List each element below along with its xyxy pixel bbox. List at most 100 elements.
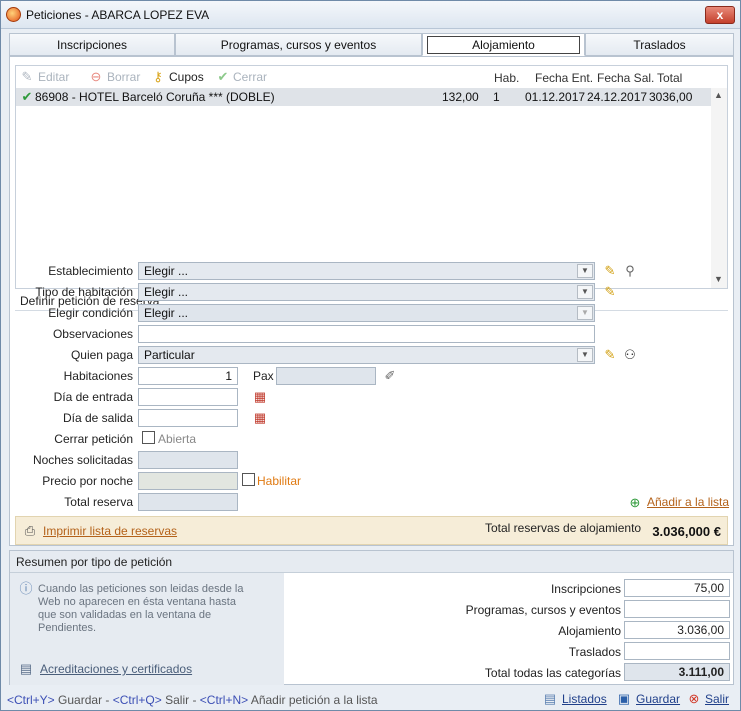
traslados-summary-label: Traslados xyxy=(568,645,621,659)
chevron-down-icon: ▼ xyxy=(577,306,593,320)
vertical-scrollbar[interactable]: ▲ ▼ xyxy=(711,88,727,288)
alojamiento-summary-label: Alojamiento xyxy=(558,624,621,638)
app-icon xyxy=(6,7,21,22)
scroll-up-icon[interactable]: ▲ xyxy=(714,90,723,100)
programas-summary-value[interactable] xyxy=(624,600,730,618)
search-building-icon[interactable]: ⚲ xyxy=(622,263,638,279)
total-categorias-value[interactable]: 3.111,00 xyxy=(624,663,730,681)
edit-icon: ✎ xyxy=(21,69,33,84)
print-bar: ⎙ Imprimir lista de reservas Total reser… xyxy=(15,516,728,545)
salir-link[interactable]: Salir xyxy=(705,692,729,706)
reservation-hab: 1 xyxy=(493,90,500,104)
habitaciones-input[interactable]: 1 xyxy=(138,367,238,385)
window-title: Peticiones - ABARCA LOPEZ EVA xyxy=(26,8,210,22)
inscripciones-summary-label: Inscripciones xyxy=(550,582,621,596)
abierta-checkbox[interactable] xyxy=(142,431,155,444)
tipo-hab-value: Elegir ... xyxy=(144,285,189,299)
acreditaciones-link[interactable]: Acreditaciones y certificados xyxy=(40,662,192,676)
quien-paga-value: Particular xyxy=(144,348,195,362)
pax-edit-icon[interactable]: ✐ xyxy=(382,368,398,384)
total-categorias-label: Total todas las categorías xyxy=(484,666,621,680)
abierta-label: Abierta xyxy=(158,432,197,446)
reservation-name: 86908 - HOTEL Barceló Coruña *** (DOBLE) xyxy=(35,90,275,104)
calendar-icon[interactable]: ▦ xyxy=(252,389,268,405)
habilitar-label: Habilitar xyxy=(257,474,302,488)
entrada-input[interactable] xyxy=(138,388,238,406)
tab-inscripciones[interactable]: Inscripciones xyxy=(9,33,175,56)
establecimiento-label: Establecimiento xyxy=(48,264,133,278)
shortcut-desc: Salir - xyxy=(161,693,200,707)
scroll-down-icon[interactable]: ▼ xyxy=(714,274,723,284)
tab-bar: Inscripciones Programas, cursos y evento… xyxy=(9,33,734,57)
alojamiento-summary-value[interactable]: 3.036,00 xyxy=(624,621,730,639)
noches-input[interactable] xyxy=(138,451,238,469)
col-hab[interactable]: Hab. xyxy=(494,71,519,85)
salida-input[interactable] xyxy=(138,409,238,427)
check-circle-icon: ✔ xyxy=(217,69,229,84)
condicion-value: Elegir ... xyxy=(144,306,189,320)
reservation-exit: 24.12.2017 xyxy=(587,90,648,104)
precio-label: Precio por noche xyxy=(42,474,133,488)
tab-programas[interactable]: Programas, cursos y eventos xyxy=(175,33,422,56)
listados-link[interactable]: Listados xyxy=(562,692,607,706)
precio-input[interactable] xyxy=(138,472,238,490)
status-bar: <Ctrl+Y> Guardar - <Ctrl+Q> Salir - <Ctr… xyxy=(1,689,740,710)
chevron-down-icon: ▼ xyxy=(577,285,593,299)
table-row[interactable]: ✔ 86908 - HOTEL Barceló Coruña *** (DOBL… xyxy=(16,88,712,106)
alojamiento-panel: ✎ Editar ⊖ Borrar ⚷ Cupos ✔ Cerrar Hab. … xyxy=(9,56,734,546)
condicion-select[interactable]: Elegir ... ▼ xyxy=(138,304,595,322)
calendar-icon[interactable]: ▦ xyxy=(252,410,268,426)
pencil-icon[interactable]: ✎ xyxy=(602,284,618,300)
reservation-total: 3036,00 xyxy=(649,90,693,104)
shortcut-key: <Ctrl+N> xyxy=(199,693,249,707)
tab-alojamiento[interactable]: Alojamiento xyxy=(422,33,585,56)
save-icon[interactable]: ▣ xyxy=(616,691,632,707)
reservation-price: 132,00 xyxy=(442,90,479,104)
borrar-button[interactable]: Borrar xyxy=(107,70,140,84)
add-circle-icon[interactable]: ⊕ xyxy=(627,495,643,511)
print-list-link[interactable]: Imprimir lista de reservas xyxy=(43,524,177,538)
tipo-hab-select[interactable]: Elegir ... ▼ xyxy=(138,283,595,301)
traslados-summary-value[interactable] xyxy=(624,642,730,660)
chevron-down-icon: ▼ xyxy=(577,348,593,362)
inscripciones-summary-value[interactable]: 75,00 xyxy=(624,579,730,597)
binoculars-icon[interactable]: ⚇ xyxy=(622,347,638,363)
guardar-link[interactable]: Guardar xyxy=(636,692,680,706)
shortcut-key: <Ctrl+Y> xyxy=(7,693,55,707)
cupos-button[interactable]: Cupos xyxy=(169,70,204,84)
quien-paga-select[interactable]: Particular ▼ xyxy=(138,346,595,364)
peticiones-window: Peticiones - ABARCA LOPEZ EVA x Inscripc… xyxy=(0,0,741,711)
printer-icon[interactable]: ⎙ xyxy=(22,523,38,539)
observaciones-input[interactable] xyxy=(138,325,595,343)
pax-input[interactable] xyxy=(276,367,376,385)
exit-icon[interactable]: ⊗ xyxy=(686,691,702,707)
list-icon[interactable]: ▤ xyxy=(542,691,558,707)
col-fecha-ent[interactable]: Fecha Ent. xyxy=(535,71,593,85)
editar-button[interactable]: Editar xyxy=(38,70,69,84)
total-reserva-input[interactable] xyxy=(138,493,238,511)
total-alojamiento-value: 3.036,000 € xyxy=(652,524,721,539)
pencil-icon[interactable]: ✎ xyxy=(602,347,618,363)
add-to-list-link[interactable]: Añadir a la lista xyxy=(647,495,729,509)
col-fecha-sal[interactable]: Fecha Sal. xyxy=(597,71,654,85)
habitaciones-label: Habitaciones xyxy=(63,369,133,383)
establecimiento-select[interactable]: Elegir ... ▼ xyxy=(138,262,595,280)
habilitar-checkbox[interactable] xyxy=(242,473,255,486)
close-button[interactable]: x xyxy=(705,6,735,24)
tab-traslados[interactable]: Traslados xyxy=(585,33,734,56)
pax-label: Pax xyxy=(253,369,274,383)
resumen-info-area: ⓘ Cuando las peticiones son leidas desde… xyxy=(10,573,284,685)
salida-label: Día de salida xyxy=(62,411,133,425)
col-total[interactable]: Total xyxy=(657,71,682,85)
shortcut-desc: Guardar - xyxy=(54,693,113,707)
list-toolbar: ✎ Editar ⊖ Borrar ⚷ Cupos ✔ Cerrar Hab. … xyxy=(16,66,727,88)
reservations-list: ✎ Editar ⊖ Borrar ⚷ Cupos ✔ Cerrar Hab. … xyxy=(15,65,728,289)
tab-alojamiento-label: Alojamiento xyxy=(427,36,580,54)
title-bar: Peticiones - ABARCA LOPEZ EVA x xyxy=(1,1,740,29)
info-icon: ⓘ xyxy=(19,581,33,596)
entrada-label: Día de entrada xyxy=(53,390,133,404)
pencil-icon[interactable]: ✎ xyxy=(602,263,618,279)
cerrar-button[interactable]: Cerrar xyxy=(233,70,267,84)
info-text: Cuando las peticiones son leidas desde l… xyxy=(38,583,244,634)
delete-icon: ⊖ xyxy=(90,69,102,84)
